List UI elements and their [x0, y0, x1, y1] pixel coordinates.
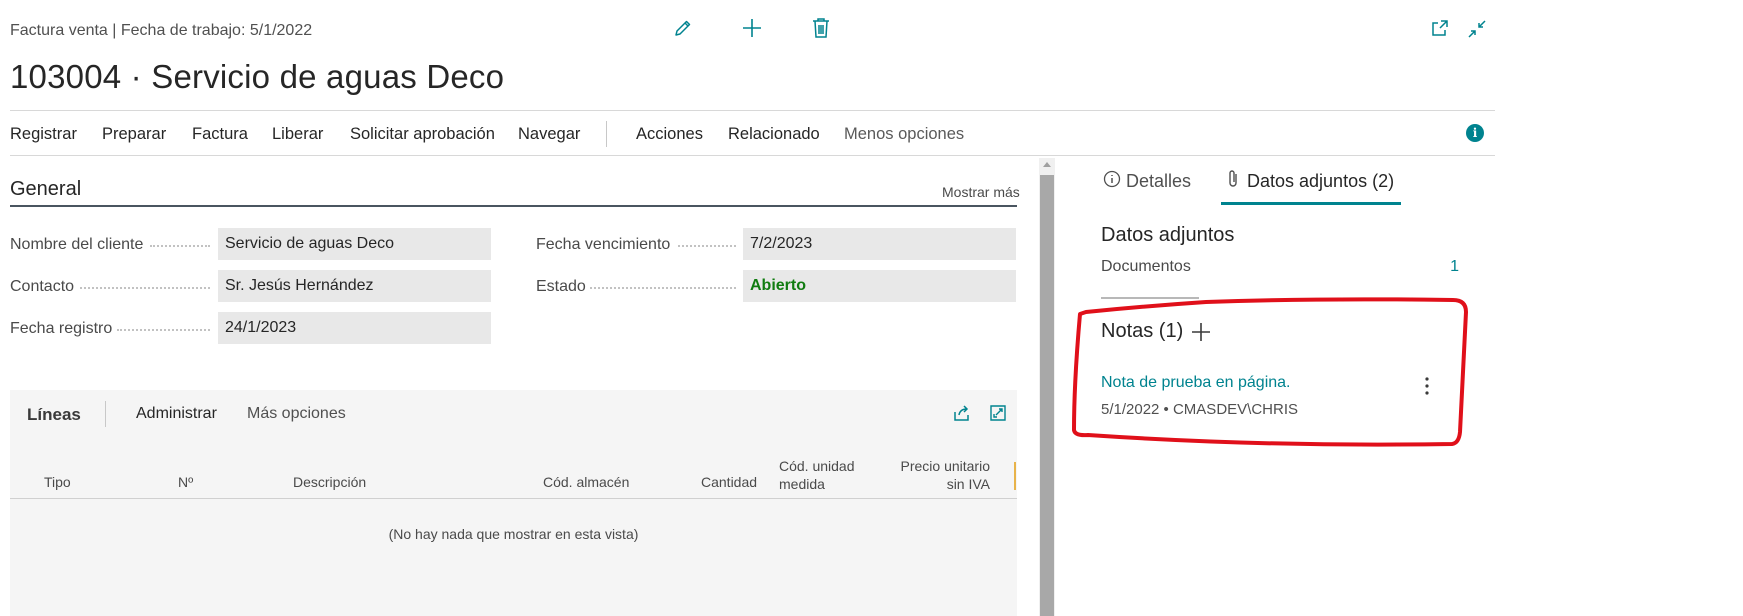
action-factura[interactable]: Factura — [192, 125, 248, 144]
column-header-descripcion[interactable]: Descripción — [293, 473, 366, 491]
column-overflow-indicator — [1014, 462, 1016, 490]
contact-field[interactable]: Sr. Jesús Hernández — [218, 270, 491, 302]
documents-label: Documentos — [1101, 258, 1191, 275]
column-header-precio-unitario[interactable]: Precio unitario sin IVA — [880, 457, 991, 493]
open-new-window-icon[interactable] — [1431, 19, 1449, 37]
info-outline-icon — [1103, 170, 1121, 193]
leader-dots — [590, 287, 736, 289]
leader-dots — [150, 245, 210, 247]
lines-title[interactable]: Líneas — [27, 405, 81, 425]
active-tab-indicator — [1221, 202, 1401, 205]
customer-name-label: Nombre del cliente — [10, 236, 144, 253]
paperclip-icon — [1227, 169, 1239, 194]
posting-date-label: Fecha registro — [10, 320, 113, 337]
action-liberar[interactable]: Liberar — [272, 125, 323, 144]
column-header-unidad-medida[interactable]: Cód. unidad medida — [779, 457, 855, 493]
expand-icon[interactable] — [989, 404, 1007, 422]
delete-icon[interactable] — [812, 17, 830, 39]
page-title: 103004 · Servicio de aguas Deco — [10, 58, 505, 95]
section-underline — [10, 205, 1017, 207]
leader-dots — [80, 287, 210, 289]
leader-dots — [117, 329, 210, 331]
column-header-tipo[interactable]: Tipo — [44, 473, 71, 491]
status-label: Estado — [536, 278, 586, 295]
lines-manage[interactable]: Administrar — [136, 405, 217, 423]
column-header-line: Precio unitario — [900, 458, 991, 474]
action-separator — [606, 121, 607, 147]
column-header-line: Cód. unidad — [779, 458, 855, 474]
divider — [10, 110, 1495, 111]
add-icon[interactable] — [742, 18, 762, 38]
action-navegar[interactable]: Navegar — [518, 125, 580, 144]
edit-icon[interactable] — [673, 18, 693, 38]
posting-date-field[interactable]: 24/1/2023 — [218, 312, 491, 344]
leader-dots — [678, 245, 736, 247]
collapse-icon[interactable] — [1467, 19, 1487, 39]
show-more-link[interactable]: Mostrar más — [942, 184, 1020, 200]
empty-state-text: (No hay nada que mostrar en esta vista) — [388, 526, 639, 542]
attachments-title: Datos adjuntos — [1101, 224, 1235, 246]
status-field: Abierto — [743, 270, 1016, 302]
action-acciones[interactable]: Acciones — [636, 125, 703, 144]
column-header-cod-almacen[interactable]: Cód. almacén — [543, 473, 629, 491]
divider — [10, 155, 1495, 156]
due-date-label: Fecha vencimiento — [536, 236, 671, 253]
tab-detalles[interactable]: Detalles — [1126, 171, 1191, 192]
info-icon[interactable]: i — [1466, 124, 1484, 142]
column-header-cantidad[interactable]: Cantidad — [701, 473, 757, 491]
tab-datos-adjuntos[interactable]: Datos adjuntos (2) — [1247, 171, 1394, 192]
general-section-title[interactable]: General — [10, 178, 81, 201]
action-registrar[interactable]: Registrar — [10, 125, 77, 144]
highlight-annotation — [1072, 297, 1468, 447]
customer-name-field[interactable]: Servicio de aguas Deco — [218, 228, 491, 260]
lines-more-options[interactable]: Más opciones — [247, 405, 346, 423]
documents-count-link[interactable]: 1 — [1447, 258, 1459, 276]
action-solicitar-aprobacion[interactable]: Solicitar aprobación — [350, 125, 495, 144]
scroll-up-arrow-icon[interactable] — [1043, 162, 1051, 167]
scrollbar-thumb[interactable] — [1040, 175, 1054, 616]
column-header-line: medida — [779, 476, 825, 492]
share-icon[interactable] — [952, 403, 971, 422]
due-date-field[interactable]: 7/2/2023 — [743, 228, 1016, 260]
column-header-line: sin IVA — [946, 476, 990, 492]
contact-label: Contacto — [10, 278, 75, 295]
action-menos-opciones[interactable]: Menos opciones — [844, 125, 964, 144]
action-preparar[interactable]: Preparar — [102, 125, 166, 144]
toolbar-separator — [105, 401, 106, 427]
column-header-no[interactable]: Nº — [178, 473, 193, 491]
action-relacionado[interactable]: Relacionado — [728, 125, 820, 144]
grid-header-divider — [10, 498, 1017, 499]
page-caption: Factura venta | Fecha de trabajo: 5/1/20… — [10, 22, 313, 39]
